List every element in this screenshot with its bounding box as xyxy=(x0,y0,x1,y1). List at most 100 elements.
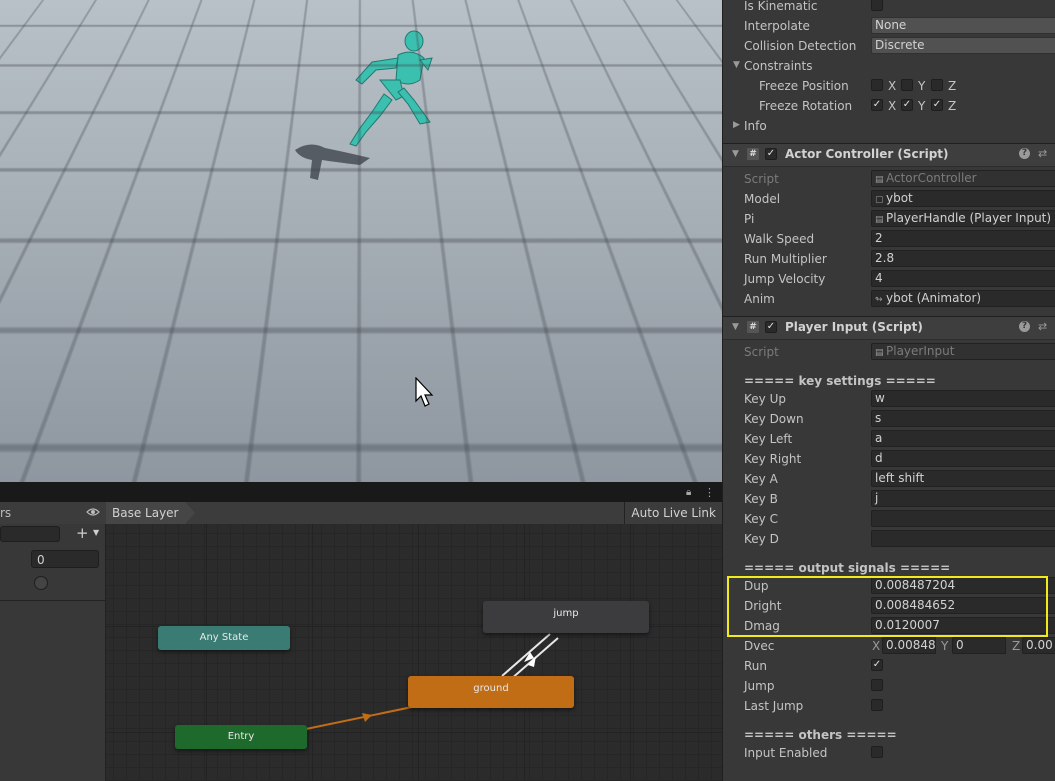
script-field: ▤ PlayerInput xyxy=(871,343,1055,360)
key-down-field[interactable]: s xyxy=(871,410,1055,427)
script-icon: # xyxy=(747,321,759,333)
foldout-expanded-icon[interactable]: ▼ xyxy=(732,322,739,332)
key-left-label: Key Left xyxy=(744,432,793,446)
freeze-position-y-checkbox[interactable] xyxy=(901,79,913,91)
breadcrumb-base-layer[interactable]: Base Layer xyxy=(106,502,194,524)
freeze-rotation-z-checkbox[interactable]: ✓ xyxy=(931,99,943,111)
preset-icon[interactable]: ⇄ xyxy=(1038,147,1047,160)
key-left-field[interactable]: a xyxy=(871,430,1055,447)
info-label: Info xyxy=(744,119,767,133)
freeze-rotation-x-checkbox[interactable]: ✓ xyxy=(871,99,883,111)
constraints-row[interactable]: ▼ Constraints xyxy=(723,56,1055,76)
model-field[interactable]: ▢ ybot xyxy=(871,190,1055,207)
collision-detection-dropdown[interactable]: Discrete xyxy=(871,37,1055,54)
model-row: Model ▢ ybot xyxy=(723,189,1055,209)
run-multiplier-field[interactable]: 2.8 xyxy=(871,250,1055,267)
actor-controller-header[interactable]: ▼ # ✓ Actor Controller (Script) ? ⇄ xyxy=(723,143,1055,167)
jump-velocity-field[interactable]: 4 xyxy=(871,270,1055,287)
anim-field[interactable]: ↬ ybot (Animator) xyxy=(871,290,1055,307)
component-enabled-checkbox[interactable]: ✓ xyxy=(765,148,777,160)
key-right-field[interactable]: d xyxy=(871,450,1055,467)
foldout-collapsed-icon[interactable]: ▶ xyxy=(733,120,740,130)
pi-field[interactable]: ▤ PlayerHandle (Player Input) xyxy=(871,210,1055,227)
walk-speed-row: Walk Speed 2 xyxy=(723,229,1055,249)
foldout-expanded-icon[interactable]: ▼ xyxy=(733,60,740,70)
state-jump[interactable]: jump xyxy=(483,601,649,633)
help-icon[interactable]: ? xyxy=(1019,321,1030,332)
lock-icon[interactable]: 🔒︎ xyxy=(686,487,691,498)
freeze-position-z-checkbox[interactable] xyxy=(931,79,943,91)
key-left-row: Key Left a xyxy=(723,429,1055,449)
parameter-trigger-toggle[interactable] xyxy=(34,576,48,590)
key-up-field[interactable]: w xyxy=(871,390,1055,407)
help-icon[interactable]: ? xyxy=(1019,148,1030,159)
dvec-z-field[interactable]: 0.00 xyxy=(1022,637,1055,654)
last-jump-checkbox[interactable] xyxy=(871,699,883,711)
walk-speed-field[interactable]: 2 xyxy=(871,230,1055,247)
preset-icon[interactable]: ⇄ xyxy=(1038,320,1047,333)
parameters-tab[interactable]: rs xyxy=(0,506,11,520)
run-multiplier-row: Run Multiplier 2.8 xyxy=(723,249,1055,269)
key-b-field[interactable]: j xyxy=(871,490,1055,507)
dvec-row: Dvec X 0.00848 Y 0 Z 0.00 xyxy=(723,636,1055,656)
axis-x-label: X xyxy=(888,79,897,93)
interpolate-dropdown[interactable]: None xyxy=(871,17,1055,34)
axis-y-label: Y xyxy=(918,99,926,113)
dvec-x-field[interactable]: 0.00848 xyxy=(882,637,936,654)
component-title: Actor Controller (Script) xyxy=(785,147,949,161)
freeze-position-x-checkbox[interactable] xyxy=(871,79,883,91)
anim-row: Anim ↬ ybot (Animator) xyxy=(723,289,1055,309)
key-b-row: Key B j xyxy=(723,489,1055,509)
jump-checkbox[interactable] xyxy=(871,679,883,691)
pi-label: Pi xyxy=(744,212,755,226)
interpolate-row: Interpolate None xyxy=(723,16,1055,36)
key-c-label: Key C xyxy=(744,512,778,526)
animator-window: 🔒︎ ⋮ rs Base Layer Auto Live Link + ▼ 0 xyxy=(0,486,722,781)
parameters-panel: + ▼ 0 xyxy=(0,524,106,781)
scene-character xyxy=(295,30,433,180)
run-multiplier-label: Run Multiplier xyxy=(744,252,827,266)
key-right-row: Key Right d xyxy=(723,449,1055,469)
add-parameter-plus-icon[interactable]: + xyxy=(76,524,89,542)
foldout-expanded-icon[interactable]: ▼ xyxy=(732,149,739,159)
key-a-field[interactable]: left shift xyxy=(871,470,1055,487)
dvec-y-field[interactable]: 0 xyxy=(952,637,1006,654)
input-enabled-checkbox[interactable] xyxy=(871,746,883,758)
state-entry[interactable]: Entry xyxy=(175,725,307,749)
key-settings-header: ===== key settings ===== xyxy=(744,374,936,388)
freeze-rotation-y-checkbox[interactable]: ✓ xyxy=(901,99,913,111)
key-d-field[interactable] xyxy=(871,530,1055,547)
others-header: ===== others ===== xyxy=(744,728,897,742)
parameter-search-input[interactable] xyxy=(0,526,60,542)
key-a-label: Key A xyxy=(744,472,778,486)
key-right-label: Key Right xyxy=(744,452,802,466)
player-input-header[interactable]: ▼ # ✓ Player Input (Script) ? ⇄ xyxy=(723,316,1055,340)
kebab-menu-icon[interactable]: ⋮ xyxy=(704,486,715,499)
run-checkbox[interactable]: ✓ xyxy=(871,659,883,671)
jump-label: Jump xyxy=(744,679,775,693)
chevron-down-icon[interactable]: ▼ xyxy=(93,528,99,537)
script-icon: # xyxy=(747,148,759,160)
mouse-cursor-icon xyxy=(415,377,434,407)
jump-row: Jump xyxy=(723,676,1055,696)
collision-detection-row: Collision Detection Discrete xyxy=(723,36,1055,56)
parameter-value-field[interactable]: 0 xyxy=(31,550,99,568)
is-kinematic-checkbox[interactable] xyxy=(871,0,883,11)
info-row[interactable]: ▶ Info xyxy=(723,116,1055,136)
axis-y-label: Y xyxy=(918,79,926,93)
dvec-label: Dvec xyxy=(744,639,775,653)
actor-script-row: Script ▤ ActorController xyxy=(723,169,1055,189)
key-c-row: Key C xyxy=(723,509,1055,529)
state-any-state[interactable]: Any State xyxy=(158,626,290,650)
animator-toolbar: rs Base Layer Auto Live Link xyxy=(0,502,722,525)
state-ground[interactable]: ground xyxy=(408,676,574,708)
scene-view[interactable] xyxy=(0,0,722,482)
key-d-row: Key D xyxy=(723,529,1055,549)
key-c-field[interactable] xyxy=(871,510,1055,527)
animator-title-bar: 🔒︎ ⋮ xyxy=(0,486,722,502)
component-enabled-checkbox[interactable]: ✓ xyxy=(765,321,777,333)
divider xyxy=(0,600,105,601)
input-enabled-row: Input Enabled xyxy=(723,743,1055,763)
auto-live-link-button[interactable]: Auto Live Link xyxy=(624,502,722,524)
eye-icon[interactable] xyxy=(86,506,100,518)
